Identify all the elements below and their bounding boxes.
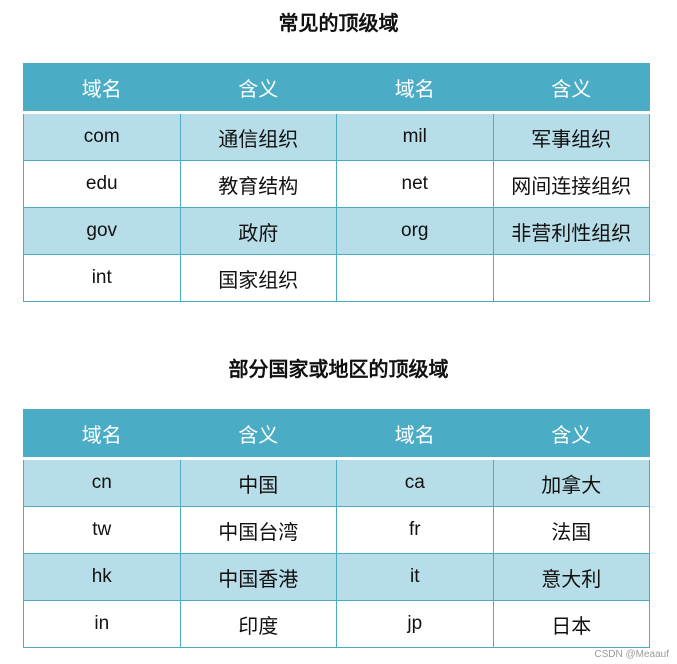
- table-row: edu 教育结构 net 网间连接组织: [23, 160, 650, 208]
- watermark: CSDN @Meaauf: [594, 649, 669, 660]
- meaning-cell: 教育结构: [179, 160, 337, 208]
- table-row: gov 政府 org 非营利性组织: [23, 207, 650, 255]
- domain-cell: in: [23, 600, 181, 648]
- meaning-cell: 印度: [179, 600, 337, 648]
- meaning-cell: 国家组织: [179, 254, 337, 302]
- table-header-row: 域名 含义 域名 含义: [23, 409, 650, 460]
- section-title-country-tld: 部分国家或地区的顶级域: [228, 357, 449, 381]
- table-row: int 国家组织: [23, 254, 650, 302]
- column-header-domain: 域名: [23, 63, 181, 114]
- domain-cell: com: [23, 112, 181, 161]
- table-row: in 印度 jp 日本: [23, 600, 650, 648]
- meaning-cell: 日本: [492, 600, 650, 648]
- domain-cell: edu: [23, 160, 181, 208]
- meaning-cell: 中国香港: [179, 553, 337, 601]
- domain-cell: org: [336, 207, 494, 255]
- column-header-domain: 域名: [336, 409, 494, 460]
- column-header-meaning: 含义: [492, 409, 650, 460]
- table-row: cn 中国 ca 加拿大: [23, 458, 650, 507]
- domain-cell: hk: [23, 553, 181, 601]
- table-row: com 通信组织 mil 军事组织: [23, 112, 650, 161]
- domain-cell: fr: [336, 506, 494, 554]
- meaning-cell: 中国: [179, 458, 337, 507]
- meaning-cell: 加拿大: [492, 458, 650, 507]
- meaning-cell-empty: [492, 254, 650, 302]
- domain-cell-empty: [336, 254, 494, 302]
- column-header-meaning: 含义: [179, 409, 337, 460]
- column-header-meaning: 含义: [492, 63, 650, 114]
- meaning-cell: 网间连接组织: [492, 160, 650, 208]
- meaning-cell: 中国台湾: [179, 506, 337, 554]
- meaning-cell: 法国: [492, 506, 650, 554]
- domain-cell: int: [23, 254, 181, 302]
- domain-cell: cn: [23, 458, 181, 507]
- table-row: tw 中国台湾 fr 法国: [23, 506, 650, 554]
- meaning-cell: 通信组织: [179, 112, 337, 161]
- domain-cell: jp: [336, 600, 494, 648]
- meaning-cell: 军事组织: [492, 112, 650, 161]
- domain-cell: ca: [336, 458, 494, 507]
- section-title-common-tld: 常见的顶级域: [278, 11, 399, 35]
- table-row: hk 中国香港 it 意大利: [23, 553, 650, 601]
- meaning-cell: 意大利: [492, 553, 650, 601]
- table-header-row: 域名 含义 域名 含义: [23, 63, 650, 114]
- meaning-cell: 政府: [179, 207, 337, 255]
- column-header-meaning: 含义: [179, 63, 337, 114]
- country-tld-table: 域名 含义 域名 含义 cn 中国 ca 加拿大 tw 中国台湾 fr 法国 h…: [23, 409, 650, 648]
- domain-cell: gov: [23, 207, 181, 255]
- domain-cell: tw: [23, 506, 181, 554]
- column-header-domain: 域名: [23, 409, 181, 460]
- meaning-cell: 非营利性组织: [492, 207, 650, 255]
- domain-cell: mil: [336, 112, 494, 161]
- domain-cell: net: [336, 160, 494, 208]
- column-header-domain: 域名: [336, 63, 494, 114]
- domain-cell: it: [336, 553, 494, 601]
- common-tld-table: 域名 含义 域名 含义 com 通信组织 mil 军事组织 edu 教育结构 n…: [23, 63, 650, 302]
